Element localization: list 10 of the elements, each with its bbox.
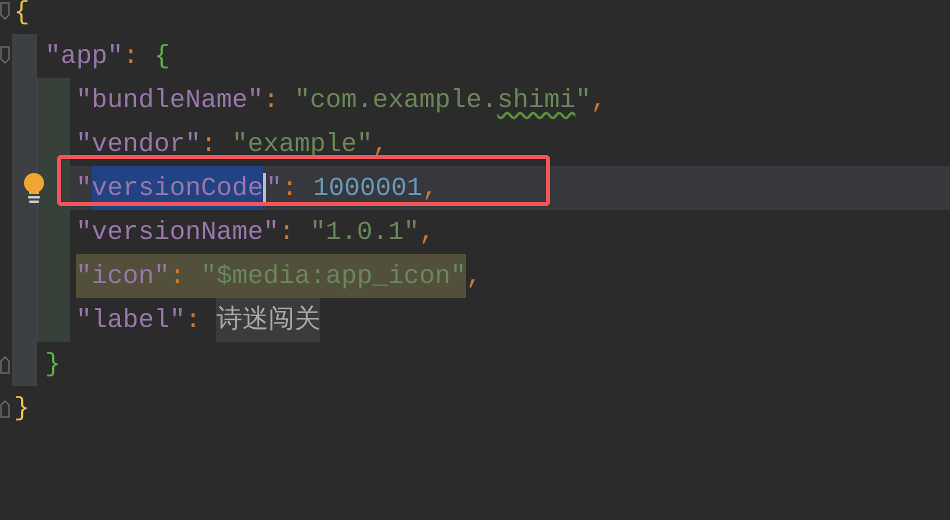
- lightbulb-icon[interactable]: [21, 172, 47, 204]
- code-line: "versionName": "1.0.1",: [76, 216, 435, 248]
- code-line: }: [14, 392, 30, 424]
- code-line: "versionCode": 1000001,: [76, 166, 438, 210]
- code-line: {: [14, 0, 30, 28]
- code-line: }: [45, 348, 61, 380]
- code-line: "vendor": "example",: [76, 128, 388, 160]
- code-line: "app": {: [45, 40, 170, 72]
- code-line: "label": 诗迷闯关: [76, 298, 320, 342]
- code-line: "bundleName": "com.example.shimi",: [76, 84, 607, 116]
